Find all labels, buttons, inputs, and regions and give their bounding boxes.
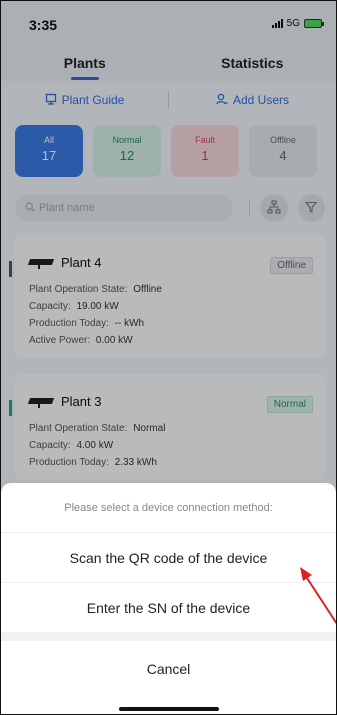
sheet-prompt: Please select a device connection method… <box>1 483 336 533</box>
sheet-separator <box>1 633 336 641</box>
home-indicator <box>119 707 219 711</box>
enter-sn-option[interactable]: Enter the SN of the device <box>1 583 336 633</box>
cancel-button[interactable]: Cancel <box>1 641 336 697</box>
connection-method-sheet: Please select a device connection method… <box>1 483 336 714</box>
app-screen: 3:35 5G Plants Statistics Plant Guide Ad… <box>0 0 337 715</box>
scan-qr-option[interactable]: Scan the QR code of the device <box>1 533 336 583</box>
